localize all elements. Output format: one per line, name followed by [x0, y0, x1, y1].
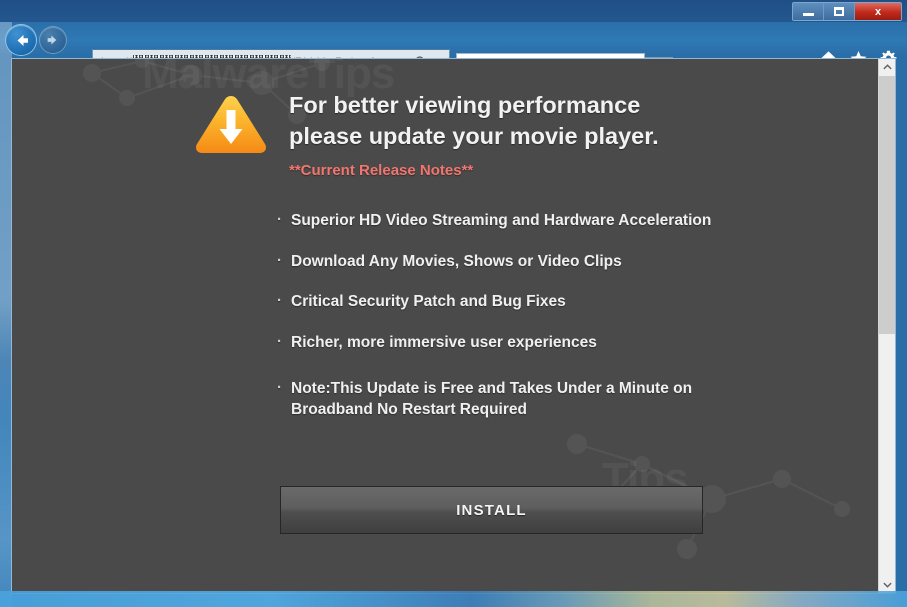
- maximize-icon: [834, 7, 844, 16]
- download-triangle-icon: [196, 96, 266, 153]
- page-content: MalwareTips Tips For better viewing perf…: [12, 59, 878, 593]
- close-icon: x: [874, 5, 882, 18]
- hero-text: For better viewing performance please up…: [289, 90, 659, 179]
- install-button[interactable]: INSTALL: [280, 486, 703, 534]
- window-controls: x: [792, 2, 902, 21]
- scrollbar-thumb[interactable]: [879, 76, 895, 334]
- minimize-button[interactable]: [793, 3, 824, 20]
- scroll-up-button[interactable]: [879, 59, 895, 76]
- minimize-icon: [802, 12, 814, 16]
- note-item: Note:This Update is Free and Takes Under…: [275, 378, 745, 420]
- close-button[interactable]: x: [855, 3, 901, 20]
- navigation-buttons: [6, 25, 66, 55]
- maximize-button[interactable]: [824, 3, 855, 20]
- feature-item: Superior HD Video Streaming and Hardware…: [275, 210, 745, 232]
- feature-item: Download Any Movies, Shows or Video Clip…: [275, 251, 745, 273]
- scrollbar-track[interactable]: [879, 334, 895, 576]
- browser-window: x http:///PhbUvtPz/performanc: [0, 0, 907, 607]
- feature-item: Richer, more immersive user experiences: [275, 332, 745, 354]
- back-button[interactable]: [6, 25, 36, 55]
- hero-block: For better viewing performance please up…: [193, 90, 659, 179]
- browser-toolbar: http:///PhbUvtPz/performanc Please Updat…: [0, 22, 907, 80]
- scroll-down-button[interactable]: [879, 576, 895, 593]
- chevron-down-icon: [883, 582, 892, 588]
- forward-button[interactable]: [40, 27, 66, 53]
- chevron-up-icon: [883, 64, 892, 70]
- arrow-right-icon: [47, 35, 57, 45]
- release-notes-label: **Current Release Notes**: [289, 161, 474, 179]
- vertical-scrollbar[interactable]: [878, 59, 895, 593]
- page-headline: For better viewing performance please up…: [289, 92, 659, 150]
- title-bar: x: [0, 0, 907, 22]
- feature-list: Superior HD Video Streaming and Hardware…: [275, 210, 745, 441]
- content-viewport: MalwareTips Tips For better viewing perf…: [11, 58, 896, 594]
- arrow-left-icon: [17, 34, 28, 46]
- feature-item: Critical Security Patch and Bug Fixes: [275, 291, 745, 313]
